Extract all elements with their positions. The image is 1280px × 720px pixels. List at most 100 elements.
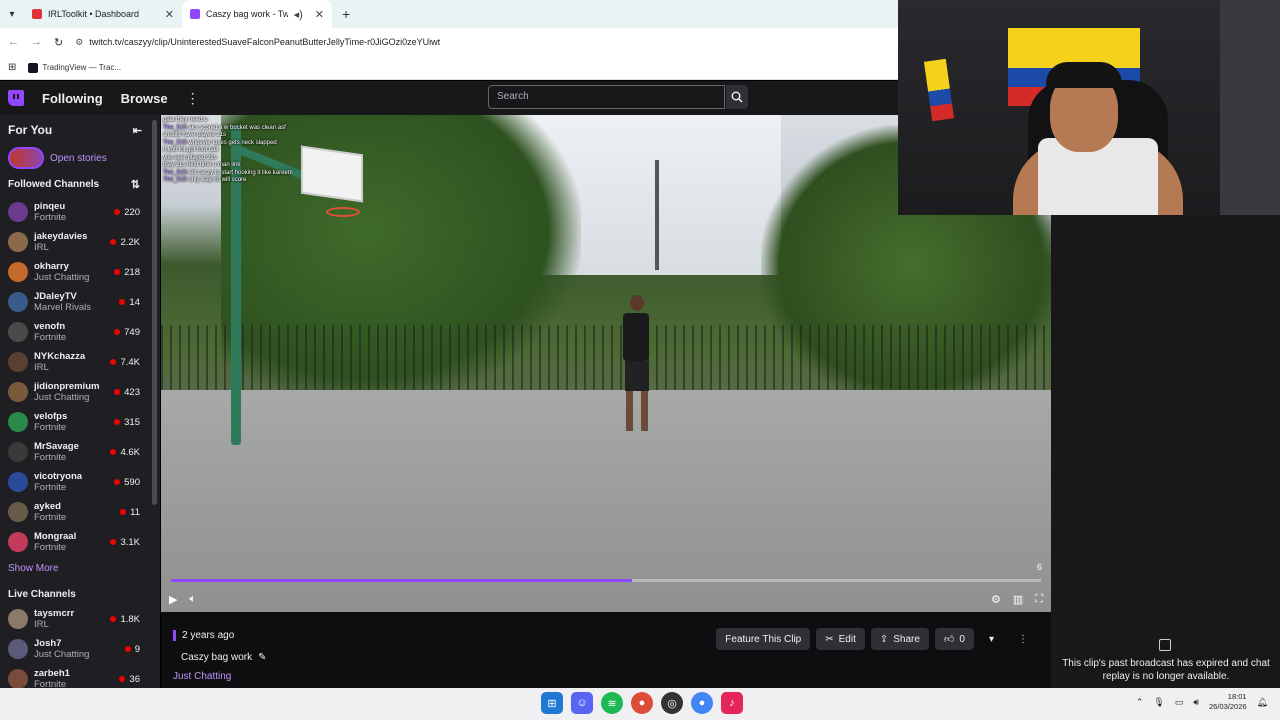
like-button[interactable]: 👍︎ 0 xyxy=(934,628,974,650)
channel-game: Just Chatting xyxy=(34,272,90,283)
sidebar-channel-taysmcrr[interactable]: taysmcrr IRL 1.8K xyxy=(0,604,160,634)
system-clock[interactable]: 18:01 26/03/2026 xyxy=(1209,692,1247,712)
sidebar-channel-okharry[interactable]: okharry Just Chatting 218 xyxy=(0,257,160,287)
sidebar-channel-vicotryona[interactable]: vicotryona Fortnite 590 xyxy=(0,467,160,497)
nav-browse[interactable]: Browse xyxy=(121,91,168,106)
browser-tab-irltoolkit[interactable]: IRLToolkit • Dashboard ✕ xyxy=(24,0,182,28)
video-progress-bar[interactable] xyxy=(171,579,1041,582)
clip-category-link[interactable]: Just Chatting xyxy=(173,671,231,682)
microphone-icon[interactable]: 🎙︎ xyxy=(1153,697,1164,708)
channel-name: taysmcrr xyxy=(34,608,75,619)
notification-bell-icon[interactable]: 🔔︎ xyxy=(1257,697,1268,708)
theatre-mode-icon[interactable]: ▥ xyxy=(1013,593,1023,606)
more-actions-icon[interactable]: ⋮ xyxy=(1009,628,1037,650)
chat-username: The_515 xyxy=(163,139,187,146)
sidebar-channel-pinqeu[interactable]: pinqeu Fortnite 220 xyxy=(0,197,160,227)
sidebar-channel-velofps[interactable]: velofps Fortnite 315 xyxy=(0,407,160,437)
new-tab-icon[interactable]: + xyxy=(332,0,360,28)
edit-title-pencil-icon[interactable]: ✎ xyxy=(258,652,266,663)
sidebar-channel-mongraal[interactable]: Mongraal Fortnite 3.1K xyxy=(0,527,160,557)
sidebar-channel-mrsavage[interactable]: MrSavage Fortnite 4.6K xyxy=(0,437,160,467)
channel-name: velofps xyxy=(34,411,68,422)
bookmarks-bar: ⊞ TradingView — Trac... xyxy=(0,56,898,80)
obs-icon[interactable]: ◎ xyxy=(661,692,683,714)
sidebar-channel-ayked[interactable]: ayked Fortnite 11 xyxy=(0,497,160,527)
sidebar-channel-venofn[interactable]: venofn Fortnite 749 xyxy=(0,317,160,347)
close-tab-icon[interactable]: ✕ xyxy=(165,8,174,21)
feature-clip-button[interactable]: Feature This Clip xyxy=(716,628,811,650)
viewer-count: 1.8K xyxy=(110,614,140,625)
share-button[interactable]: ⇪ Share xyxy=(870,628,929,650)
channel-game: Fortnite xyxy=(34,212,67,223)
close-tab-icon[interactable]: ✕ xyxy=(315,8,324,21)
sidebar-channel-nykchazza[interactable]: NYKchazza IRL 7.4K xyxy=(0,347,160,377)
sidebar-scrollbar[interactable] xyxy=(152,120,157,505)
back-icon[interactable]: ← xyxy=(8,36,19,48)
speaker-icon[interactable]: 🔊︎ xyxy=(1193,697,1199,708)
dislike-dropdown[interactable]: ▾ xyxy=(980,628,1003,650)
sidebar-channel-jakeydavies[interactable]: jakeydavies IRL 2.2K xyxy=(0,227,160,257)
channel-name: Josh7 xyxy=(34,638,62,649)
chat-username: The_515 xyxy=(163,177,187,183)
more-options-icon[interactable]: ⋮ xyxy=(186,90,200,107)
bookmark-tradingview[interactable]: TradingView — Trac... xyxy=(28,62,121,73)
open-stories-button[interactable]: Open stories xyxy=(0,145,160,171)
tiktok-icon[interactable]: ♪ xyxy=(721,692,743,714)
tray-chevron-up-icon[interactable]: ⌃ xyxy=(1136,697,1144,708)
channel-game: Fortnite xyxy=(34,482,67,493)
reload-icon[interactable]: ↻ xyxy=(54,36,63,49)
edit-button[interactable]: ✂ Edit xyxy=(816,628,865,650)
play-icon[interactable]: ▶ xyxy=(169,593,177,606)
nav-following[interactable]: Following xyxy=(42,91,103,106)
channel-name: venofn xyxy=(34,321,66,332)
share-icon: ⇪ xyxy=(879,633,889,645)
player-figure xyxy=(623,295,651,445)
site-info-icon[interactable]: ⚙ xyxy=(75,37,83,48)
windows-start-icon[interactable]: ⊞ xyxy=(541,692,563,714)
channel-name: MrSavage xyxy=(34,441,79,452)
volume-icon[interactable]: 🔈︎ xyxy=(189,593,196,606)
channel-name: vicotryona xyxy=(34,471,83,482)
settings-gear-icon[interactable]: ⚙ xyxy=(991,593,1001,606)
channel-name: JDaleyTV xyxy=(34,291,77,302)
live-dot-icon xyxy=(110,239,117,245)
webcam-overlay xyxy=(898,0,1280,215)
live-dot-icon xyxy=(114,479,121,485)
sidebar-channel-josh7[interactable]: Josh7 Just Chatting 9 xyxy=(0,634,160,664)
channel-name: jakeydavies xyxy=(34,231,88,242)
chrome-active-icon[interactable]: ● xyxy=(691,692,713,714)
sidebar-channel-jidionpremium[interactable]: jidionpremium Just Chatting 423 xyxy=(0,377,160,407)
fullscreen-icon[interactable]: ⛶ xyxy=(1035,593,1043,606)
network-icon[interactable]: ▭ xyxy=(1175,697,1184,708)
twitch-logo-icon[interactable] xyxy=(8,90,24,106)
show-more-link[interactable]: Show More xyxy=(0,557,160,584)
sidebar-channel-jdaleytv[interactable]: JDaleyTV Marvel Rivals 14 xyxy=(0,287,160,317)
address-field[interactable]: ⚙ twitch.tv/caszyy/clip/UninterestedSuav… xyxy=(75,37,440,48)
chat-text: gala they need u xyxy=(163,117,208,123)
webcam-door xyxy=(1220,0,1280,215)
search-input[interactable]: Search xyxy=(488,85,725,109)
channel-avatar xyxy=(8,352,28,372)
chat-text: whoever loses gets neck slapped xyxy=(188,139,277,146)
tab-search-icon[interactable]: ▾ xyxy=(0,0,24,28)
chrome-icon[interactable]: ● xyxy=(631,692,653,714)
sort-icon[interactable]: ⇅ xyxy=(131,178,140,191)
discord-icon[interactable]: ☺ xyxy=(571,692,593,714)
twitch-favicon-icon xyxy=(190,9,200,19)
spotify-icon[interactable]: ≋ xyxy=(601,692,623,714)
chevron-down-icon: ▾ xyxy=(988,633,994,645)
channel-avatar xyxy=(8,262,28,282)
channel-avatar xyxy=(8,382,28,402)
collapse-sidebar-icon[interactable]: ⇤ xyxy=(133,124,142,137)
browser-tab-twitch[interactable]: Caszy bag work - Twitch ◂) ✕ xyxy=(182,0,332,28)
search-button[interactable] xyxy=(726,85,748,109)
viewer-count-value: 1.8K xyxy=(120,613,140,625)
forward-icon[interactable]: → xyxy=(31,36,42,48)
search-icon xyxy=(731,91,743,103)
irltoolkit-favicon-icon xyxy=(32,9,42,19)
apps-grid-icon[interactable]: ⊞ xyxy=(8,62,16,73)
viewer-count: 7.4K xyxy=(110,357,140,368)
chat-unavailable-icon xyxy=(1159,639,1171,651)
audio-icon[interactable]: ◂) xyxy=(294,8,303,21)
viewer-count: 11 xyxy=(120,507,140,518)
